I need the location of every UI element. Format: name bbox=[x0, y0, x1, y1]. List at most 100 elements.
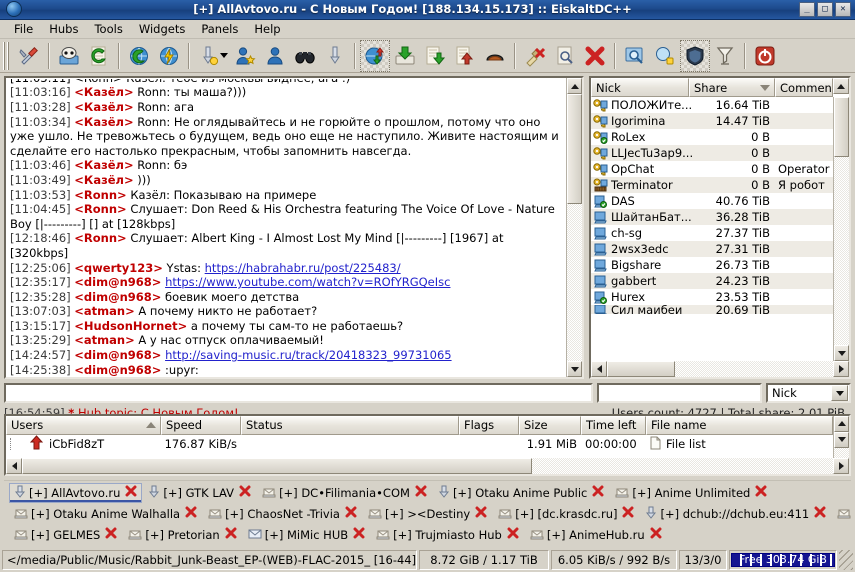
menu-tools[interactable]: Tools bbox=[86, 20, 130, 38]
close-button[interactable]: ✕ bbox=[835, 1, 851, 17]
hub-tab-destiny[interactable]: [+] ><Destiny bbox=[363, 504, 492, 524]
userlist-scroll-track[interactable] bbox=[834, 97, 849, 345]
settings-icon[interactable] bbox=[14, 40, 44, 72]
user-row[interactable]: DAS 40.76 TiB bbox=[591, 193, 833, 210]
nick-filter-combo[interactable]: Nick bbox=[766, 383, 851, 404]
filter-funnel-icon[interactable] bbox=[710, 40, 740, 72]
close-x-icon[interactable] bbox=[353, 527, 365, 542]
user-row[interactable]: Hurex 23.53 TiB bbox=[591, 289, 833, 306]
menu-help[interactable]: Help bbox=[246, 20, 288, 38]
chat-link[interactable]: http://saving-music.ru/track/20418323_99… bbox=[165, 348, 452, 362]
hub-tab-dc-filimania[interactable]: [+] DC•Filimania•COM bbox=[257, 483, 432, 503]
transfers-column-status[interactable]: Status bbox=[241, 415, 459, 435]
transfers-column-filename[interactable]: File name bbox=[646, 415, 833, 435]
user-filter-input[interactable] bbox=[597, 383, 762, 404]
close-x-icon[interactable] bbox=[345, 506, 357, 521]
transfers-scroll-up-button[interactable] bbox=[834, 415, 849, 432]
user-row[interactable]: Сил маибеи 20.69 TiB bbox=[591, 305, 833, 315]
column-header-share[interactable]: Share bbox=[689, 78, 775, 98]
hub-tab-pretorian[interactable]: [+] Pretorian bbox=[123, 525, 241, 545]
chat-scroll-thumb[interactable] bbox=[567, 94, 582, 205]
close-x-icon[interactable] bbox=[185, 506, 197, 521]
close-x-icon[interactable] bbox=[592, 485, 604, 500]
menu-panels[interactable]: Panels bbox=[193, 20, 246, 38]
downloads-icon[interactable] bbox=[194, 40, 224, 72]
transfers-hscroll-thumb[interactable] bbox=[22, 457, 532, 474]
close-x-icon[interactable] bbox=[105, 527, 117, 542]
hub-tab-mimic-hub[interactable]: [+] MiMic HUB bbox=[243, 525, 370, 545]
power-icon[interactable] bbox=[750, 40, 780, 72]
clear-icon[interactable] bbox=[520, 40, 550, 72]
chat-link[interactable]: https://www.youtube.com/watch?v=ROfYRGQe… bbox=[165, 275, 450, 289]
userlist-vertical-scrollbar[interactable] bbox=[833, 97, 849, 362]
finished-downloads-icon[interactable] bbox=[420, 40, 450, 72]
chevron-down-icon[interactable] bbox=[831, 385, 848, 402]
transfers-column-flags[interactable]: Flags bbox=[459, 415, 519, 435]
close-x-icon[interactable] bbox=[475, 506, 487, 521]
userlist-scroll-left-button[interactable] bbox=[591, 361, 607, 378]
user-row[interactable]: gabbert 24.23 TiB bbox=[591, 273, 833, 290]
transfers-icon[interactable] bbox=[360, 39, 390, 72]
userlist-hscroll-track[interactable] bbox=[607, 361, 833, 378]
chat-link[interactable]: https://habrahabr.ru/post/225483/ bbox=[205, 261, 401, 275]
connect-globe-icon[interactable] bbox=[124, 40, 154, 72]
chat-message-input[interactable] bbox=[4, 383, 593, 404]
close-x-icon[interactable] bbox=[415, 485, 427, 500]
user-row[interactable]: Terminator 0 B Я робот bbox=[591, 177, 833, 194]
transfers-column-speed[interactable]: Speed bbox=[161, 415, 241, 435]
hub-tab-chaosnet-trivia[interactable]: [+] ChaosNet -Trivia bbox=[203, 504, 362, 524]
menu-hubs[interactable]: Hubs bbox=[41, 20, 86, 38]
chat-vertical-scrollbar[interactable] bbox=[566, 78, 582, 378]
close-x-icon[interactable] bbox=[125, 485, 137, 500]
userlist-scroll-thumb[interactable] bbox=[834, 97, 849, 158]
remove-icon[interactable] bbox=[580, 40, 610, 72]
close-x-icon[interactable] bbox=[225, 527, 237, 542]
user-row[interactable]: ШайтанБат... 36.28 TiB bbox=[591, 209, 833, 226]
userlist-horizontal-scrollbar[interactable] bbox=[591, 361, 849, 378]
close-x-icon[interactable] bbox=[622, 506, 634, 521]
download-queue-icon[interactable] bbox=[390, 40, 420, 72]
menu-widgets[interactable]: Widgets bbox=[131, 20, 194, 38]
column-header-comment[interactable]: Commen bbox=[775, 78, 833, 98]
search-binoculars-icon[interactable] bbox=[290, 40, 320, 72]
transfers-scroll-down-button[interactable] bbox=[834, 431, 849, 448]
hub-tab-animehub-ru[interactable]: [+] AnimeHub.ru bbox=[525, 525, 667, 545]
transfers-hscroll-track[interactable] bbox=[22, 457, 833, 474]
close-x-icon[interactable] bbox=[755, 485, 767, 500]
toolbar-grip[interactable] bbox=[3, 41, 10, 70]
transfers-scroll-right-button[interactable] bbox=[833, 457, 849, 474]
hub-tab-otaku-anime-public[interactable]: [+] Otaku Anime Public bbox=[433, 483, 609, 503]
transfers-horizontal-scrollbar[interactable] bbox=[6, 457, 849, 474]
user-row[interactable]: RoLex 0 B bbox=[591, 129, 833, 146]
transfers-vertical-scrollbar[interactable] bbox=[833, 415, 849, 458]
window-resize-grip[interactable] bbox=[839, 549, 853, 570]
user-row[interactable]: 2wsx3edc 27.31 TiB bbox=[591, 241, 833, 258]
hub-tab-u-pepka[interactable]: [+] U PePKa bbox=[832, 504, 855, 524]
userlist-scroll-down-button[interactable] bbox=[834, 345, 849, 362]
queue-icon[interactable] bbox=[320, 40, 350, 72]
finished-uploads-icon[interactable] bbox=[450, 40, 480, 72]
hub-list-icon[interactable] bbox=[54, 40, 84, 72]
hub-tab-allavtovo[interactable]: [+] AllAvtovo.ru bbox=[9, 482, 143, 503]
chat-scroll-up-button[interactable] bbox=[567, 78, 582, 95]
menu-file[interactable]: File bbox=[6, 20, 41, 38]
hub-tab-anime-unlimited[interactable]: [+] Anime Unlimited bbox=[610, 483, 772, 503]
userlist-scroll-up-button[interactable] bbox=[833, 78, 849, 95]
user-list[interactable]: Nick Share Commen ПОЛОЖИте... 16.64 TiB … bbox=[589, 76, 851, 380]
hub-tab-dc-krasdc[interactable]: [+] [dc.krasdc.ru] bbox=[493, 504, 639, 524]
hub-tab-dchub-eu[interactable]: [+] dchub://dchub.eu:411 bbox=[640, 504, 831, 524]
magnify-icon[interactable] bbox=[620, 40, 650, 72]
user-filter-field[interactable] bbox=[599, 385, 760, 402]
user-row[interactable]: OpChat 0 B Operator bbox=[591, 161, 833, 178]
user-icon[interactable] bbox=[260, 40, 290, 72]
transfer-row[interactable]: iCbFid8zT 176.87 KiB/s Upload complete 1… bbox=[6, 434, 833, 454]
favorite-users-icon[interactable] bbox=[230, 40, 260, 72]
transfers-column-size[interactable]: Size bbox=[519, 415, 581, 435]
column-header-nick[interactable]: Nick bbox=[591, 78, 689, 98]
adls-icon[interactable] bbox=[480, 40, 510, 72]
chat-scroll-track[interactable] bbox=[567, 94, 582, 361]
transfers-panel[interactable]: Users Speed Status Flags Size Time left … bbox=[4, 413, 851, 476]
hub-tab-trujmiasto-hub[interactable]: [+] Trujmiasto Hub bbox=[371, 525, 524, 545]
transfers-column-timeleft[interactable]: Time left bbox=[581, 415, 646, 435]
user-row[interactable]: Igorimina 14.47 TiB bbox=[591, 113, 833, 130]
